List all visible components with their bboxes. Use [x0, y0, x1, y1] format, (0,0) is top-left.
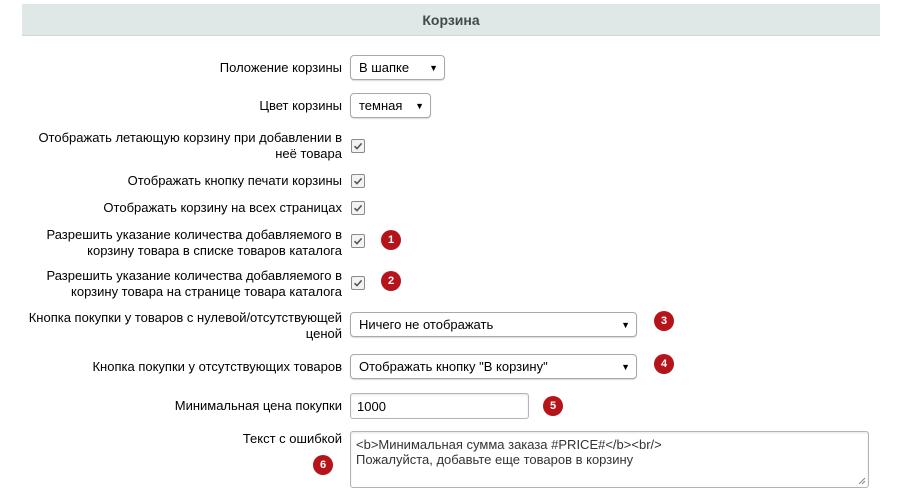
- check-icon: [353, 237, 363, 245]
- qty-in-detail-label-line2: корзину товара на странице товара катало…: [71, 284, 342, 299]
- basket-position-value: В шапке: [359, 60, 410, 75]
- min-price-label: Минимальная цена покупки: [174, 398, 342, 413]
- section-title: Корзина: [422, 11, 480, 28]
- chevron-down-icon: ▼: [415, 100, 424, 111]
- check-icon: [353, 204, 363, 212]
- zero-price-button-select[interactable]: Ничего не отображать ▼: [350, 312, 637, 337]
- section-header: Корзина: [22, 4, 880, 36]
- qty-in-list-label-line2: корзину товара в списке товаров каталога: [87, 243, 342, 258]
- error-text-line1: <b>Минимальная сумма заказа #PRICE#</b><…: [356, 437, 662, 452]
- check-icon: [353, 177, 363, 185]
- qty-in-list-checkbox[interactable]: [351, 234, 365, 248]
- basket-color-value: темная: [359, 98, 403, 113]
- absent-button-value: Отображать кнопку "В корзину": [359, 359, 548, 374]
- basket-position-label: Положение корзины: [219, 60, 342, 75]
- absent-button-select[interactable]: Отображать кнопку "В корзину" ▼: [350, 354, 637, 379]
- number-badge: 6: [313, 455, 333, 475]
- zero-price-button-label: Кнопка покупки у товаров с нулевой/отсут…: [29, 310, 342, 342]
- chevron-down-icon: ▼: [621, 319, 630, 330]
- basket-position-select[interactable]: В шапке ▼: [350, 55, 445, 80]
- all-pages-checkbox[interactable]: [351, 201, 365, 215]
- zero-price-button-value: Ничего не отображать: [359, 317, 494, 332]
- error-text-label: Текст с ошибкой: [242, 431, 342, 446]
- flying-basket-label: Отображать летающую корзину при добавлен…: [38, 130, 342, 162]
- resize-handle-icon[interactable]: [857, 476, 866, 485]
- min-price-input[interactable]: 1000: [350, 393, 529, 419]
- absent-button-label: Кнопка покупки у отсутствующих товаров: [92, 359, 342, 374]
- zero-price-button-label-line1: Кнопка покупки у товаров с нулевой/отсут…: [28, 310, 342, 325]
- error-text-textarea[interactable]: <b>Минимальная сумма заказа #PRICE#</b><…: [350, 431, 869, 488]
- check-icon: [353, 279, 363, 287]
- number-badge: 4: [654, 354, 674, 374]
- chevron-down-icon: ▼: [429, 62, 438, 73]
- flying-basket-checkbox[interactable]: [351, 139, 365, 153]
- qty-in-detail-label: Разрешить указание количества добавляемо…: [46, 268, 342, 300]
- qty-in-list-label: Разрешить указание количества добавляемо…: [46, 227, 342, 259]
- print-button-label: Отображать кнопку печати корзины: [127, 173, 342, 188]
- basket-color-label: Цвет корзины: [259, 98, 342, 113]
- check-icon: [353, 142, 363, 150]
- qty-in-list-label-line1: Разрешить указание количества добавляемо…: [46, 227, 342, 242]
- number-badge: 3: [654, 311, 674, 331]
- flying-basket-label-line1: Отображать летающую корзину при добавлен…: [38, 130, 342, 145]
- all-pages-label: Отображать корзину на всех страницах: [103, 200, 342, 215]
- chevron-down-icon: ▼: [621, 361, 630, 372]
- basket-color-select[interactable]: темная ▼: [350, 93, 431, 118]
- number-badge: 2: [381, 271, 401, 291]
- qty-in-detail-label-line1: Разрешить указание количества добавляемо…: [46, 268, 342, 283]
- flying-basket-label-line2: неё товара: [275, 146, 342, 161]
- zero-price-button-label-line2: ценой: [305, 326, 342, 341]
- number-badge: 5: [543, 396, 563, 416]
- min-price-value: 1000: [357, 398, 386, 414]
- error-text-line2: Пожалуйста, добавьте еще товаров в корзи…: [356, 452, 634, 467]
- qty-in-detail-checkbox[interactable]: [351, 276, 365, 290]
- number-badge: 1: [381, 230, 401, 250]
- print-button-checkbox[interactable]: [351, 174, 365, 188]
